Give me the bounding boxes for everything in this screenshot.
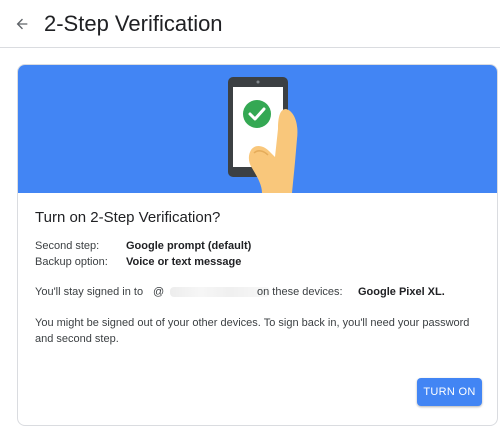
device-name: Google Pixel XL.	[358, 286, 445, 298]
signed-in-prefix: You'll stay signed in to	[35, 286, 144, 298]
signed-in-at: @	[153, 286, 165, 298]
second-step-value: Google prompt (default)	[126, 240, 252, 252]
second-step-label: Second step:	[35, 240, 100, 252]
signed-in-notice: You'll stay signed in to @ on these devi…	[35, 284, 485, 300]
turn-on-button[interactable]: TURN ON	[417, 378, 482, 406]
backup-option-label: Backup option:	[35, 256, 108, 268]
backup-option-value: Voice or text message	[126, 256, 242, 268]
signed-in-mid: on these devices:	[257, 286, 343, 298]
arrow-back-icon	[16, 18, 28, 30]
signout-notice: You might be signed out of your other de…	[35, 317, 470, 345]
banner	[18, 65, 497, 193]
check-circle-icon	[243, 100, 271, 128]
card-title: Turn on 2-Step Verification?	[35, 209, 221, 226]
verification-card: Turn on 2-Step Verification? Second step…	[17, 64, 498, 426]
redacted-email	[170, 287, 270, 297]
back-button[interactable]	[10, 12, 34, 36]
page-title: 2-Step Verification	[44, 11, 223, 36]
phone-illustration	[228, 77, 298, 193]
phone-camera	[256, 80, 260, 84]
top-bar: 2-Step Verification	[0, 0, 500, 48]
